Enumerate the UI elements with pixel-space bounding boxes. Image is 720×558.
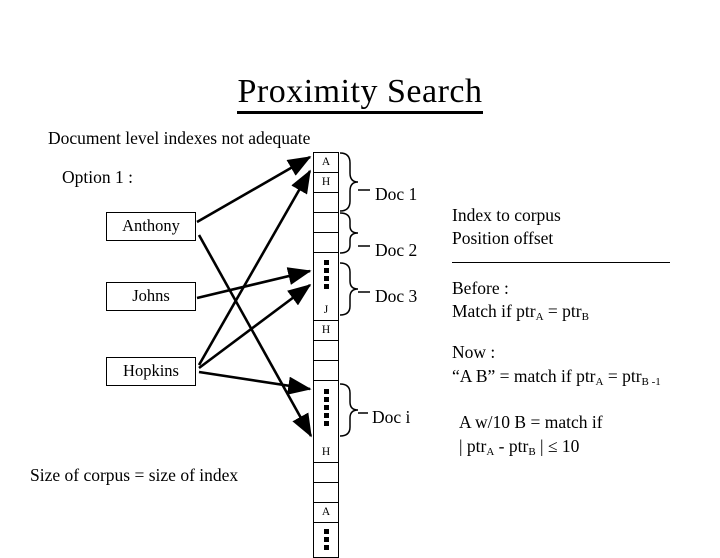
now-subscript-b: B -1: [641, 376, 661, 389]
window-formula: | ptrA - ptrB | ≤ 10: [459, 436, 579, 462]
brace-doc-3: [339, 262, 359, 316]
index-cell: H: [314, 321, 338, 341]
window-formula-suffix: | ≤ 10: [535, 436, 580, 456]
arrow-anthony-to-a-top: [196, 155, 312, 224]
index-cell: [314, 463, 338, 483]
index-cell: [314, 193, 338, 213]
index-cell: A: [314, 153, 338, 173]
index-cell: [314, 361, 338, 381]
now-formula-text: “A B” = match if ptr: [452, 366, 596, 386]
term-box-hopkins[interactable]: Hopkins: [106, 357, 196, 386]
arrow-johns-to-j: [196, 267, 312, 300]
index-cell: H: [314, 173, 338, 193]
index-cell-ellipsis: [314, 523, 338, 557]
page-title: Proximity Search: [0, 72, 720, 114]
index-cell: A: [314, 503, 338, 523]
horizontal-divider: [452, 262, 670, 263]
slide-canvas: Proximity Search Document level indexes …: [0, 0, 720, 558]
doc-label-i: Doc i: [372, 407, 411, 427]
window-formula-prefix: | ptr: [459, 436, 487, 456]
index-cell: H: [314, 443, 338, 463]
index-cell-ellipsis: [314, 381, 338, 443]
arrow-hopkins-to-h-middle: [198, 283, 312, 370]
index-strip: A H J H H A: [313, 152, 339, 558]
window-subscript-b: B: [528, 446, 536, 459]
before-formula-text: Match if ptr: [452, 301, 536, 321]
brace-doc-2: [339, 212, 359, 254]
right-heading-line-2: Position offset: [452, 228, 554, 248]
index-cell: [314, 341, 338, 361]
now-formula-eq: = ptr: [603, 366, 642, 386]
brace-doc-i: [339, 383, 359, 437]
brace-doc-1: [339, 152, 359, 212]
doc-label-2: Doc 2: [375, 240, 418, 260]
window-match-line: A w/10 B = match if: [459, 412, 603, 432]
before-label: Before :: [452, 278, 509, 298]
doc-label-1: Doc 1: [375, 184, 418, 204]
doc-label-3: Doc 3: [375, 286, 418, 306]
index-cell: J: [314, 301, 338, 321]
term-box-anthony[interactable]: Anthony: [106, 212, 196, 241]
index-cell: [314, 213, 338, 233]
option-label: Option 1 :: [62, 167, 133, 187]
term-box-johns[interactable]: Johns: [106, 282, 196, 311]
arrow-anthony-to-a-bottom: [197, 234, 313, 438]
page-title-text: Proximity Search: [237, 73, 483, 114]
arrow-hopkins-to-h-lower: [198, 370, 312, 395]
index-cell: [314, 233, 338, 253]
index-cell: [314, 483, 338, 503]
before-subscript-a: A: [535, 311, 544, 324]
before-formula: Match if ptrA = ptrB: [452, 301, 589, 327]
before-formula-eq: = ptr: [543, 301, 582, 321]
right-heading-line-1: Index to corpus: [452, 205, 561, 225]
footer-note: Size of corpus = size of index: [30, 465, 239, 485]
subtitle: Document level indexes not adequate: [48, 128, 311, 148]
arrow-hopkins-to-h-top: [197, 169, 312, 366]
index-cell-ellipsis: [314, 253, 338, 301]
now-formula: “A B” = match if ptrA = ptrB -1: [452, 366, 661, 392]
before-subscript-b: B: [581, 311, 589, 324]
now-label: Now :: [452, 342, 496, 362]
window-formula-mid: - ptr: [494, 436, 529, 456]
